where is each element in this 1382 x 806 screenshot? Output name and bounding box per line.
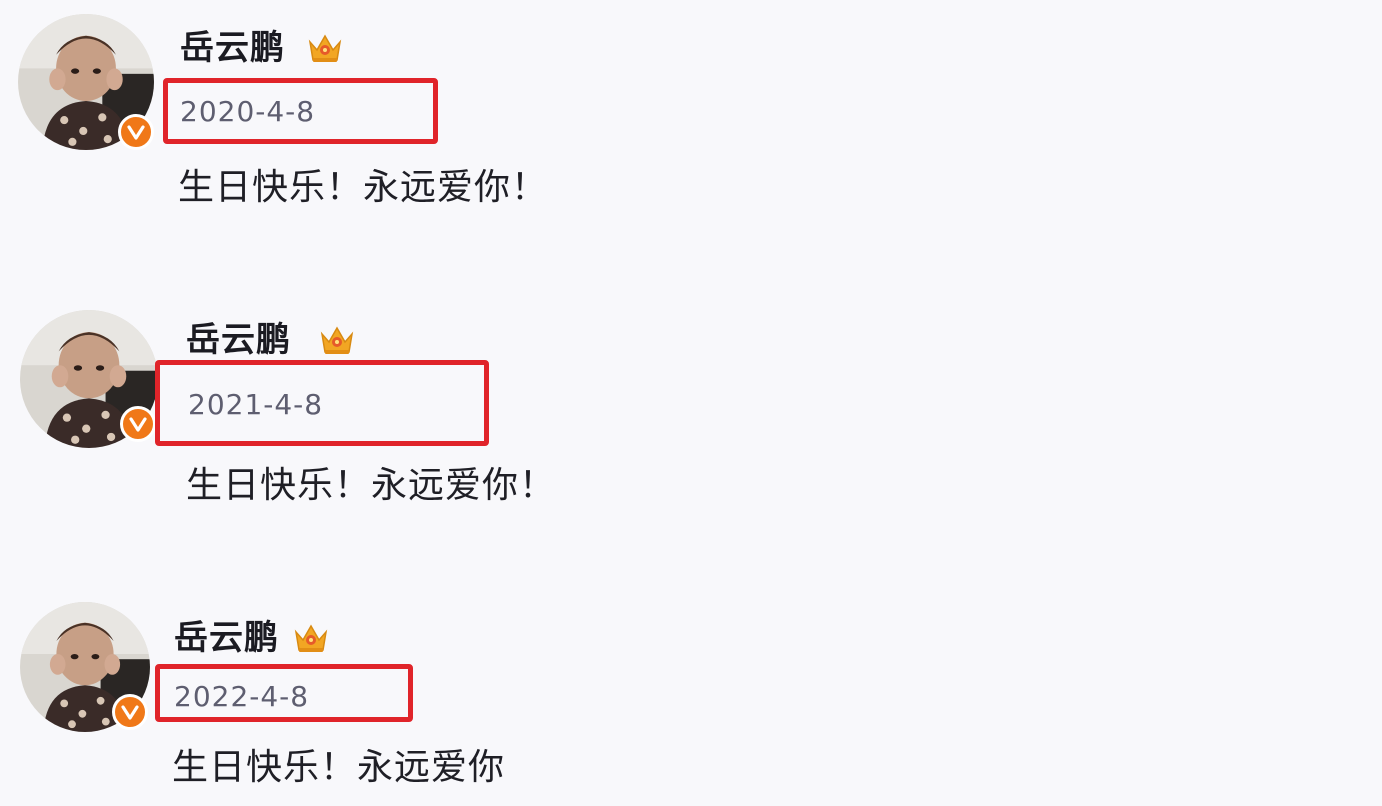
username[interactable]: 岳云鹏 bbox=[186, 320, 291, 360]
verified-v-badge-icon bbox=[112, 694, 148, 730]
username[interactable]: 岳云鹏 bbox=[180, 28, 285, 68]
post-date[interactable]: 2022-4-8 bbox=[174, 680, 309, 714]
avatar[interactable] bbox=[20, 602, 150, 732]
crown-icon bbox=[294, 624, 328, 652]
post-date[interactable]: 2021-4-8 bbox=[188, 388, 323, 422]
avatar[interactable] bbox=[18, 14, 154, 150]
avatar[interactable] bbox=[20, 310, 158, 448]
weibo-post: 岳云鹏 2021-4-8 生日快乐！永远爱你！ bbox=[0, 290, 1382, 550]
post-text: 生日快乐！永远爱你！ bbox=[186, 465, 557, 506]
crown-icon bbox=[308, 34, 342, 62]
crown-icon bbox=[320, 326, 354, 354]
verified-v-badge-icon bbox=[120, 406, 156, 442]
post-text: 生日快乐！永远爱你！ bbox=[178, 167, 549, 208]
weibo-post: 岳云鹏 2022-4-8 生日快乐！永远爱你 bbox=[0, 590, 1382, 806]
verified-v-badge-icon bbox=[118, 114, 154, 150]
post-date[interactable]: 2020-4-8 bbox=[180, 95, 315, 129]
post-text: 生日快乐！永远爱你 bbox=[172, 747, 506, 788]
weibo-post: 岳云鹏 2020-4-8 生日快乐！永远爱你！ bbox=[0, 0, 1382, 260]
username[interactable]: 岳云鹏 bbox=[174, 618, 279, 658]
